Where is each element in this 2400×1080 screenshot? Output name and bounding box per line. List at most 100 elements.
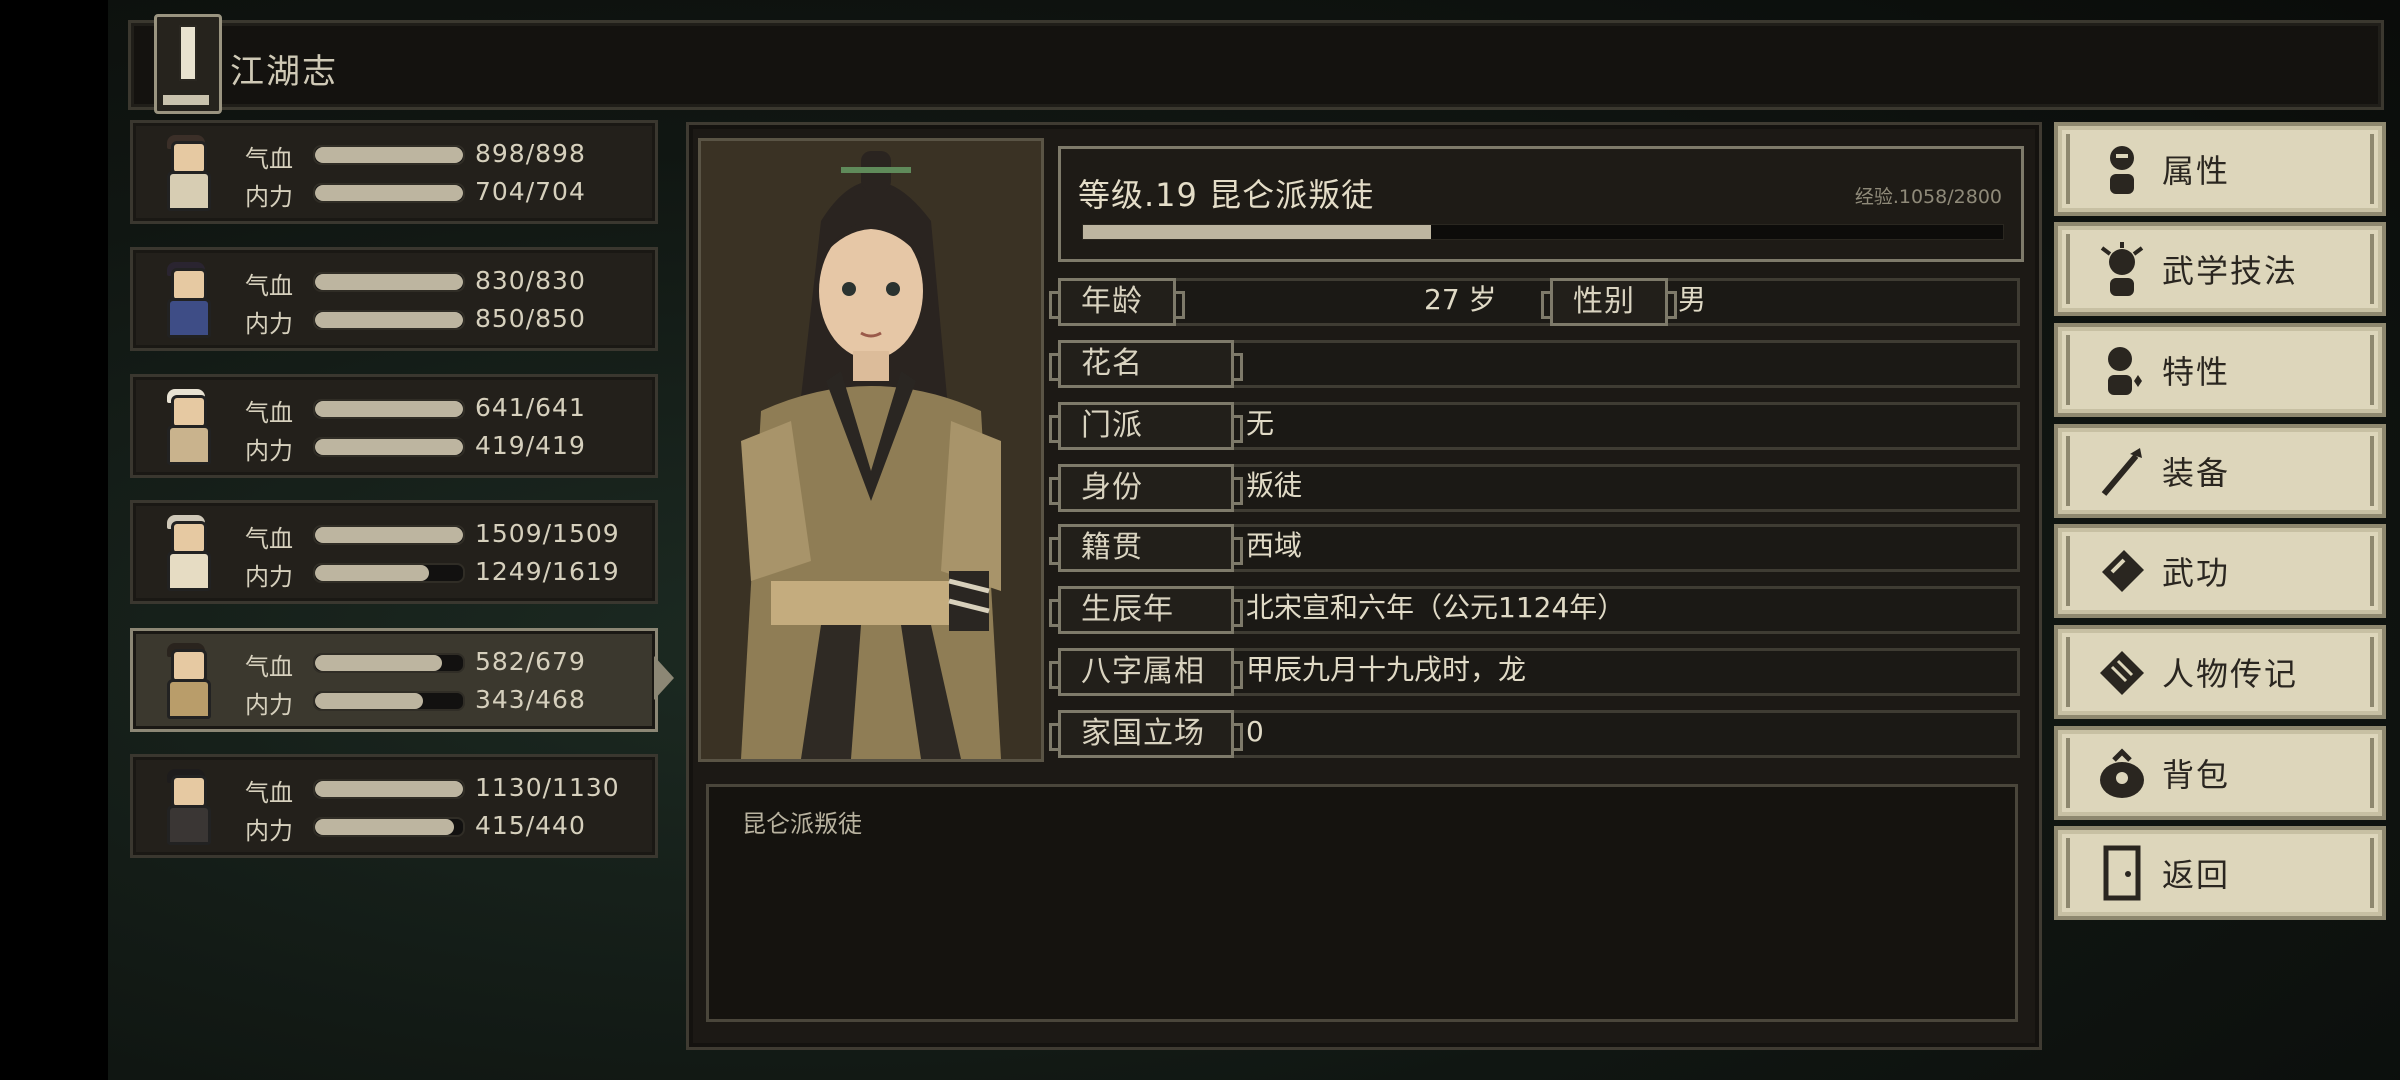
bazi-value: 甲辰九月十九戌时，龙 bbox=[1246, 653, 1527, 686]
martial-skills-label: 武学技法 bbox=[2162, 252, 2299, 290]
bazi-label: 八字属相 bbox=[1049, 648, 1243, 696]
party-member-card[interactable]: 气血 830/830 内力 850/850 bbox=[130, 247, 658, 351]
character-avatar-icon bbox=[147, 258, 225, 340]
level-title: 等级.19 昆仑派叛徒 bbox=[1078, 176, 1375, 214]
screen-margin bbox=[0, 0, 108, 1080]
hp-label: 气血 bbox=[245, 399, 293, 427]
mp-value: 704/704 bbox=[475, 177, 586, 206]
equipment-label: 装备 bbox=[2162, 454, 2231, 492]
selection-arrow-icon bbox=[654, 656, 674, 700]
mp-label: 内力 bbox=[245, 691, 293, 719]
gender-label: 性别 bbox=[1541, 278, 1677, 326]
return-button[interactable]: 返回 bbox=[2054, 826, 2386, 920]
mp-bar bbox=[313, 183, 465, 203]
hp-value: 641/641 bbox=[475, 393, 586, 422]
mp-value: 419/419 bbox=[475, 431, 586, 460]
birth-label: 生辰年 bbox=[1049, 586, 1243, 634]
party-member-card[interactable]: 气血 582/679 内力 343/468 bbox=[130, 628, 658, 732]
attributes-icon bbox=[2110, 146, 2134, 194]
kungfu-button[interactable]: 武功 bbox=[2054, 524, 2386, 618]
mp-value: 850/850 bbox=[475, 304, 586, 333]
nickname-label: 花名 bbox=[1049, 340, 1243, 388]
age-label: 年龄 bbox=[1049, 278, 1185, 326]
traits-button[interactable]: 特性 bbox=[2054, 323, 2386, 417]
hp-label: 气血 bbox=[245, 272, 293, 300]
identity-value: 叛徒 bbox=[1246, 469, 1303, 502]
hp-bar bbox=[313, 779, 465, 799]
mp-label: 内力 bbox=[245, 310, 293, 338]
birth-value: 北宋宣和六年（公元1124年） bbox=[1246, 591, 1626, 624]
stance-label: 家国立场 bbox=[1049, 710, 1243, 758]
mp-bar bbox=[313, 437, 465, 457]
hp-label: 气血 bbox=[245, 653, 293, 681]
stance-value: 0 bbox=[1246, 715, 1264, 748]
party-member-card[interactable]: 气血 641/641 内力 419/419 bbox=[130, 374, 658, 478]
character-avatar-icon bbox=[147, 639, 225, 721]
hp-label: 气血 bbox=[245, 779, 293, 807]
kungfu-book-icon bbox=[2102, 550, 2144, 592]
hp-label: 气血 bbox=[245, 145, 293, 173]
hp-bar bbox=[313, 399, 465, 419]
hp-bar bbox=[313, 145, 465, 165]
biography-icon bbox=[2100, 651, 2144, 695]
equipment-button[interactable]: 装备 bbox=[2054, 424, 2386, 518]
mp-label: 内力 bbox=[245, 437, 293, 465]
description-text: 昆仑派叛徒 bbox=[742, 810, 862, 838]
origin-label: 籍贯 bbox=[1049, 524, 1243, 572]
bag-button[interactable]: 背包 bbox=[2054, 726, 2386, 820]
hp-label: 气血 bbox=[245, 525, 293, 553]
origin-value: 西域 bbox=[1246, 529, 1303, 562]
equipment-icon bbox=[2101, 448, 2142, 496]
mp-label: 内力 bbox=[245, 183, 293, 211]
sect-label: 门派 bbox=[1049, 402, 1243, 450]
mp-bar bbox=[313, 310, 465, 330]
age-gender-row bbox=[1058, 278, 2020, 326]
party-member-card[interactable]: 气血 1130/1130 内力 415/440 bbox=[130, 754, 658, 858]
party-member-card[interactable]: 气血 898/898 内力 704/704 bbox=[130, 120, 658, 224]
hp-value: 582/679 bbox=[475, 647, 586, 676]
biography-label: 人物传记 bbox=[2162, 655, 2299, 693]
hp-value: 830/830 bbox=[475, 266, 586, 295]
martial-skills-icon bbox=[2100, 242, 2144, 296]
identity-label: 身份 bbox=[1049, 464, 1243, 512]
hp-value: 1130/1130 bbox=[475, 773, 620, 802]
kungfu-label: 武功 bbox=[2162, 554, 2231, 592]
character-avatar-icon bbox=[147, 765, 225, 847]
mp-bar bbox=[313, 563, 465, 583]
character-portrait bbox=[698, 138, 1044, 762]
attributes-label: 属性 bbox=[2162, 152, 2231, 190]
mp-label: 内力 bbox=[245, 817, 293, 845]
gender-value: 男 bbox=[1678, 283, 1707, 316]
hp-bar bbox=[313, 272, 465, 292]
biography-button[interactable]: 人物传记 bbox=[2054, 625, 2386, 719]
party-member-card[interactable]: 气血 1509/1509 内力 1249/1619 bbox=[130, 500, 658, 604]
title-bar bbox=[128, 20, 2384, 110]
book-icon bbox=[154, 14, 222, 114]
traits-label: 特性 bbox=[2162, 353, 2231, 391]
sect-value: 无 bbox=[1246, 407, 1275, 440]
experience-bar bbox=[1082, 224, 2004, 240]
character-avatar-icon bbox=[147, 385, 225, 467]
mp-value: 343/468 bbox=[475, 685, 586, 714]
bag-icon bbox=[2100, 748, 2144, 798]
character-avatar-icon bbox=[147, 511, 225, 593]
bag-label: 背包 bbox=[2162, 756, 2231, 794]
character-avatar-icon bbox=[147, 131, 225, 213]
mp-value: 1249/1619 bbox=[475, 557, 620, 586]
age-value: 27 岁 bbox=[1424, 283, 1497, 316]
experience-text: 经验.1058/2800 bbox=[1854, 186, 2002, 208]
mp-bar bbox=[313, 817, 465, 837]
description-box bbox=[706, 784, 2018, 1022]
traits-icon bbox=[2108, 347, 2142, 395]
mp-label: 内力 bbox=[245, 563, 293, 591]
hp-bar bbox=[313, 525, 465, 545]
return-door-icon bbox=[2103, 845, 2141, 901]
hp-value: 898/898 bbox=[475, 139, 586, 168]
return-label: 返回 bbox=[2162, 856, 2231, 894]
martial-skills-button[interactable]: 武学技法 bbox=[2054, 222, 2386, 316]
page-title: 江湖志 bbox=[230, 52, 338, 92]
mp-bar bbox=[313, 691, 465, 711]
hp-bar bbox=[313, 653, 465, 673]
attributes-button[interactable]: 属性 bbox=[2054, 122, 2386, 216]
hp-value: 1509/1509 bbox=[475, 519, 620, 548]
